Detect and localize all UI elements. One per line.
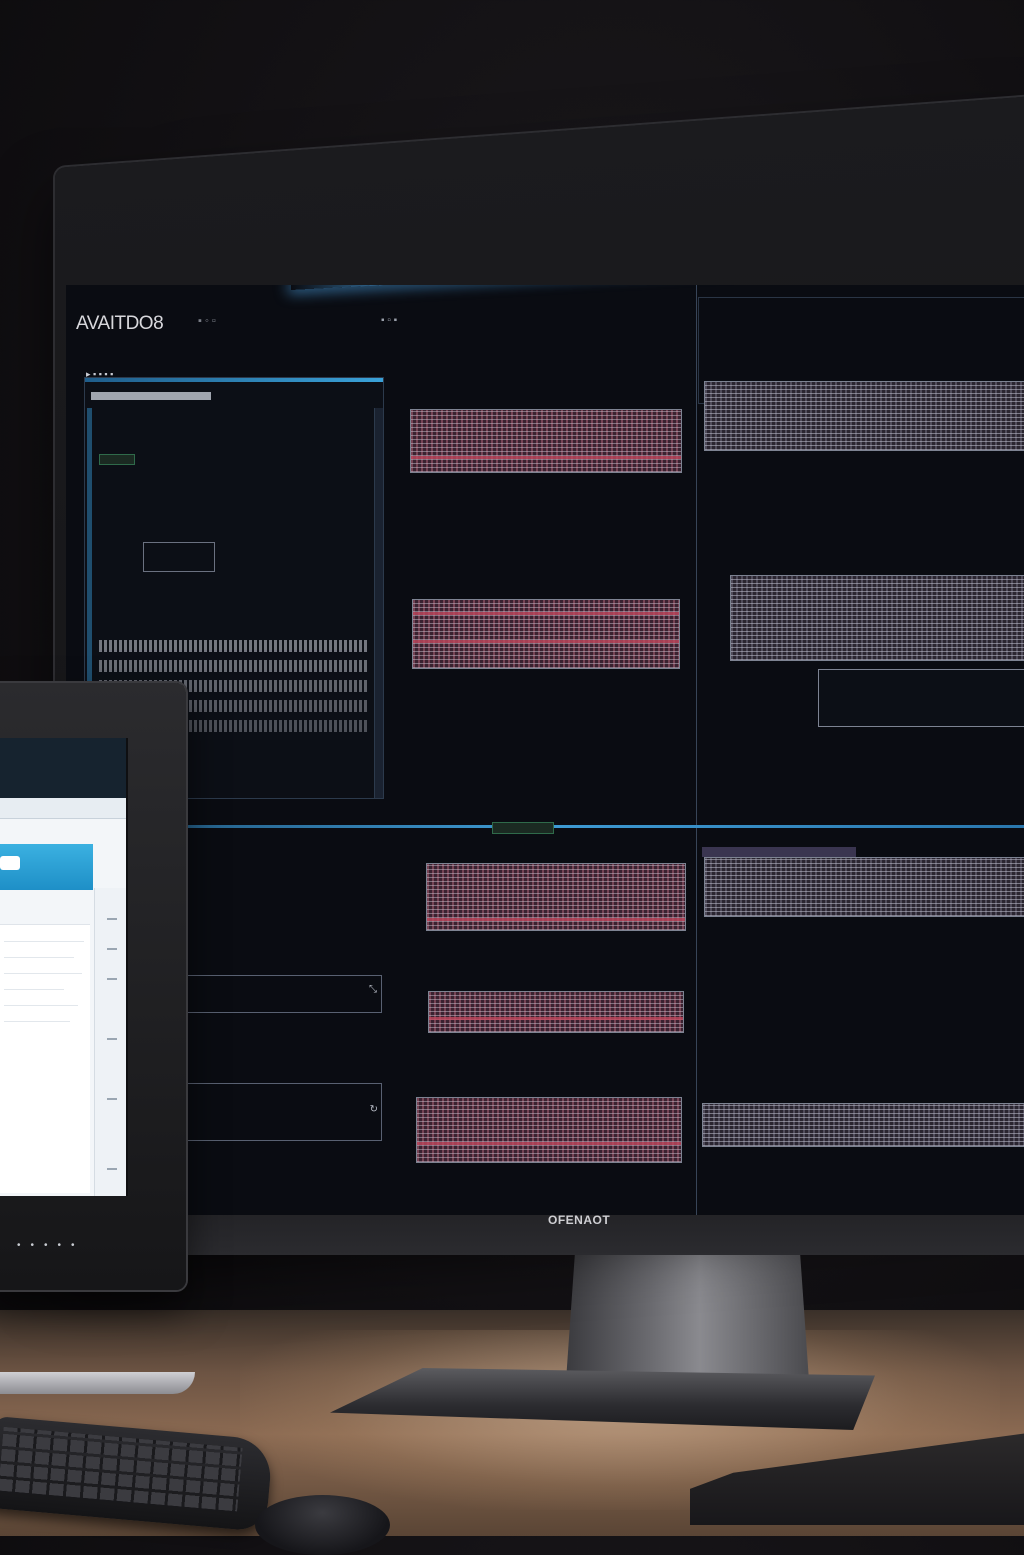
editor-snippet-box xyxy=(143,542,215,572)
editor-code-line xyxy=(99,640,369,652)
tab-strip[interactable] xyxy=(702,847,856,857)
split-handle[interactable] xyxy=(492,822,554,834)
left-monitor-screen xyxy=(0,738,128,1196)
data-block xyxy=(416,1097,682,1163)
left-app-content xyxy=(0,924,90,1193)
data-block xyxy=(730,575,1024,661)
data-block xyxy=(704,381,1024,451)
data-block xyxy=(428,991,684,1033)
left-app-sidebar[interactable] xyxy=(94,888,126,1196)
refresh-icon[interactable]: ↻ xyxy=(370,1104,378,1115)
editor-window-accent xyxy=(85,378,383,382)
data-block xyxy=(410,409,682,473)
data-block xyxy=(702,1103,1024,1147)
input-panel[interactable]: ⤡ xyxy=(184,975,382,1013)
left-monitor-buttons[interactable]: ••••• xyxy=(17,1240,85,1251)
title-icons[interactable]: ▪ ◦ ▫ xyxy=(198,315,216,327)
panel-divider-lower xyxy=(696,830,697,1215)
data-block xyxy=(426,863,686,931)
left-app-header xyxy=(0,738,126,798)
screen-top-glow-bar xyxy=(291,285,1024,290)
results-panel xyxy=(818,669,1024,727)
toolbar-icons[interactable]: ▪ ▫ ▪ xyxy=(381,315,397,326)
log-panel: ↻ xyxy=(184,1083,382,1141)
data-block xyxy=(704,857,1024,917)
editor-scrollbar[interactable] xyxy=(374,408,383,798)
left-app-toolbar[interactable] xyxy=(0,798,126,819)
main-monitor-screen: AVAITDO8 ▪ ◦ ▫ ▪ ▫ ▪ ▸ ▪ ▪ ▪ ▪ ⤡ ↻ xyxy=(66,285,1024,1215)
expand-icon[interactable]: ⤡ xyxy=(369,984,377,995)
editor-tab-label[interactable] xyxy=(91,392,211,400)
left-monitor-stand xyxy=(0,1372,195,1394)
mouse[interactable] xyxy=(255,1495,390,1555)
main-monitor-brand-label: OFENAOT xyxy=(548,1213,611,1227)
editor-code-line xyxy=(99,660,369,672)
app-title: AVAITDO8 xyxy=(76,313,164,334)
data-block xyxy=(412,599,680,669)
left-app-banner-chip[interactable] xyxy=(0,856,20,870)
editor-run-button[interactable] xyxy=(99,454,135,465)
